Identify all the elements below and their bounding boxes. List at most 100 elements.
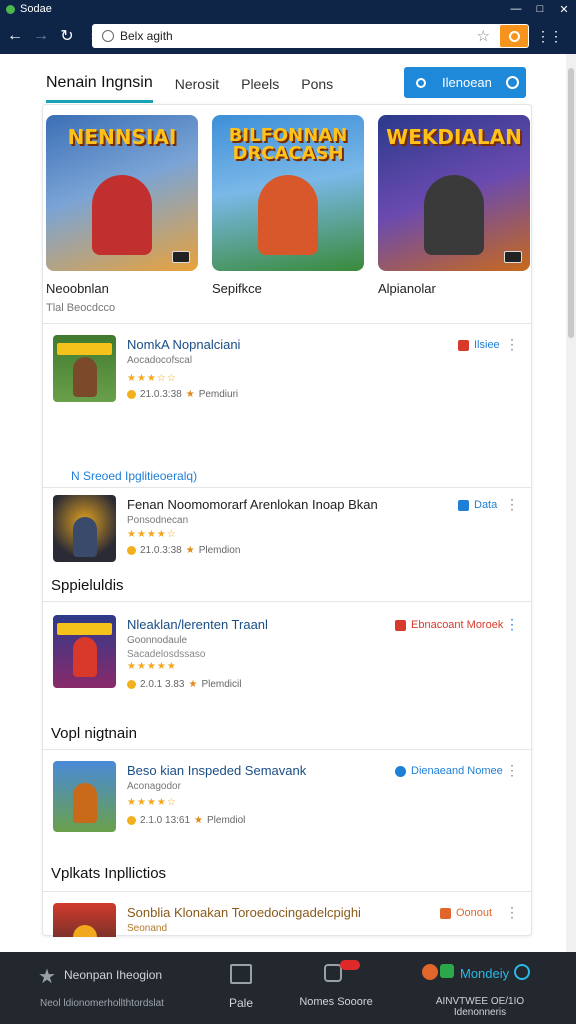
dock-item-money[interactable]: Mondeiy AINVTWEE OE/1IO Idenonneris bbox=[410, 952, 550, 1024]
row-action[interactable]: Data bbox=[458, 499, 497, 511]
search-button[interactable]: Ilenoean bbox=[404, 67, 526, 98]
game-title[interactable]: Sonblia Klonakan Toroedocingadelcpighi bbox=[127, 905, 361, 920]
dock-item-store[interactable]: Nomes Sooore bbox=[296, 952, 376, 1024]
dock-item-home[interactable]: ★ Neonpan Iheogion Neol ldionomerholltht… bbox=[30, 952, 190, 1024]
meta-version: 21.0.3:38 bbox=[140, 389, 182, 400]
platform-badge bbox=[504, 251, 522, 263]
row-action-label: Ilsiee bbox=[474, 339, 500, 351]
star-rating: ★★★★☆ bbox=[127, 797, 177, 808]
game-developer: Aocadocofscal bbox=[127, 355, 193, 366]
more-options-icon[interactable]: ⋮ bbox=[505, 617, 519, 631]
meta-tag: Plemdicil bbox=[201, 679, 242, 690]
featured-game[interactable]: WEKDIALAN Alpianolar bbox=[378, 115, 530, 296]
app-icon bbox=[6, 4, 15, 14]
section-heading: Sppieluldis bbox=[51, 577, 124, 594]
notification-badge bbox=[340, 960, 360, 970]
row-action[interactable]: Ilsiee bbox=[458, 339, 500, 351]
maximize-button[interactable]: □ bbox=[528, 3, 552, 15]
address-bar[interactable]: Belx agith ☆ bbox=[92, 24, 529, 48]
extension-icon[interactable] bbox=[500, 25, 528, 47]
shield-icon bbox=[458, 339, 469, 351]
meta-version: 2.0.1 3.83 bbox=[140, 679, 185, 690]
game-thumbnail[interactable] bbox=[53, 335, 116, 402]
featured-game-name[interactable]: Alpianolar bbox=[378, 281, 530, 296]
row-action[interactable]: Ebnacoant Moroek bbox=[395, 619, 503, 631]
bookmark-star-icon[interactable]: ☆ bbox=[477, 27, 490, 45]
game-thumbnail[interactable] bbox=[53, 903, 116, 937]
chat-icon bbox=[440, 964, 454, 978]
meta-version: 2.1.0 13:61 bbox=[140, 815, 191, 826]
coin-icon bbox=[127, 680, 136, 689]
game-meta: 2.1.0 13:61 ★ Plemdiol bbox=[127, 815, 245, 826]
minimize-button[interactable]: — bbox=[504, 3, 528, 15]
featured-game-art[interactable]: WEKDIALAN bbox=[378, 115, 530, 271]
window-title: Sodae bbox=[20, 3, 52, 15]
game-title[interactable]: Beso kian Inspeded Semavank bbox=[127, 763, 306, 778]
dock-item-pale[interactable]: Pale bbox=[206, 952, 276, 1024]
coin-icon bbox=[127, 390, 136, 399]
page-scrollbar[interactable] bbox=[566, 54, 576, 952]
game-publisher: Sacadelosdssaso bbox=[127, 649, 206, 660]
featured-game[interactable]: BILFONNAN DRCACASH Sepifkce bbox=[212, 115, 364, 296]
divider bbox=[43, 323, 531, 324]
game-thumbnail[interactable] bbox=[53, 761, 116, 832]
bottom-dock: ★ Neonpan Iheogion Neol ldionomerholltht… bbox=[0, 952, 576, 1024]
character-figure bbox=[73, 357, 97, 397]
game-logo: BILFONNAN DRCACASH bbox=[228, 125, 348, 164]
see-more-link[interactable]: N Sreoed Ipglitieoeralq) bbox=[71, 469, 197, 483]
game-thumbnail[interactable] bbox=[53, 495, 116, 562]
row-action[interactable]: Dienaeand Nomee bbox=[395, 765, 503, 777]
dock-item-label: Mondeiy bbox=[460, 966, 510, 981]
thumbnail-logo bbox=[57, 343, 112, 355]
currency-icon bbox=[422, 964, 438, 980]
featured-game[interactable]: NENNSIAI Neoobnlan Tlal Beocdcco bbox=[46, 115, 198, 314]
featured-game-name[interactable]: Neoobnlan bbox=[46, 281, 198, 296]
tab-deals[interactable]: Pleels bbox=[241, 65, 279, 103]
browser-menu-icon[interactable]: ⋮⋮ bbox=[536, 28, 563, 45]
game-title[interactable]: Nleaklan/lerenten Traanl bbox=[127, 617, 268, 632]
game-developer: Ponsodnecan bbox=[127, 515, 189, 526]
coin-icon bbox=[127, 546, 136, 555]
back-arrow-icon[interactable]: ← bbox=[4, 25, 26, 47]
more-options-icon[interactable]: ⋮ bbox=[505, 763, 519, 777]
list-item[interactable]: NomkA Nopnalciani Aocadocofscal ★★★☆☆ 21… bbox=[43, 325, 531, 415]
forward-arrow-icon[interactable]: → bbox=[30, 25, 52, 47]
character-figure bbox=[73, 925, 97, 937]
row-action-label: Data bbox=[474, 499, 498, 511]
tab-home[interactable]: Nenain Ingnsin bbox=[46, 65, 153, 103]
game-developer: Aconagodor bbox=[127, 781, 181, 792]
game-title[interactable]: NomkA Nopnalciani bbox=[127, 337, 240, 352]
star-icon: ★ bbox=[38, 966, 56, 988]
thumbnail-logo bbox=[57, 623, 112, 635]
tab-new[interactable]: Nerosit bbox=[175, 65, 219, 103]
list-item[interactable]: Fenan Noomomorarf Arenlokan Inoap Bkan P… bbox=[43, 485, 531, 575]
featured-game-art[interactable]: BILFONNAN DRCACASH bbox=[212, 115, 364, 271]
game-meta: 2.0.1 3.83 ★ Plemdicil bbox=[127, 679, 241, 690]
window-icon bbox=[230, 964, 252, 984]
more-options-icon[interactable]: ⋮ bbox=[505, 337, 519, 351]
character-figure bbox=[73, 637, 97, 677]
site-info-icon[interactable] bbox=[102, 30, 114, 42]
featured-game-art[interactable]: NENNSIAI bbox=[46, 115, 198, 271]
scrollbar-thumb[interactable] bbox=[568, 68, 574, 338]
row-action[interactable]: Oonout bbox=[440, 907, 492, 919]
reload-icon[interactable]: ↻ bbox=[56, 25, 78, 47]
dock-item-label: Neonpan Iheogion bbox=[64, 968, 163, 982]
close-button[interactable]: ✕ bbox=[552, 3, 576, 16]
meta-tag: Plemdiol bbox=[207, 815, 246, 826]
section-heading: Vplkats Inpllictios bbox=[51, 865, 167, 882]
list-item[interactable]: Sonblia Klonakan Toroedocingadelcpighi S… bbox=[43, 893, 531, 937]
list-item[interactable]: Beso kian Inspeded Semavank Aconagodor ★… bbox=[43, 751, 531, 841]
url-text[interactable]: Belx agith bbox=[120, 29, 477, 43]
dock-item-label: Pale bbox=[228, 996, 254, 1010]
game-thumbnail[interactable] bbox=[53, 615, 116, 688]
more-options-icon[interactable]: ⋮ bbox=[505, 497, 519, 511]
featured-game-name[interactable]: Sepifkce bbox=[212, 281, 364, 296]
game-title[interactable]: Fenan Noomomorarf Arenlokan Inoap Bkan bbox=[127, 497, 378, 512]
list-item[interactable]: Nleaklan/lerenten Traanl Goonnodaule Sac… bbox=[43, 605, 531, 695]
premium-icon: ★ bbox=[185, 389, 195, 400]
browser-toolbar: ← → ↻ › Belx agith ☆ ⋮⋮ bbox=[0, 18, 576, 54]
character-figure bbox=[92, 175, 152, 255]
more-options-icon[interactable]: ⋮ bbox=[505, 905, 519, 919]
tab-pons[interactable]: Pons bbox=[301, 65, 333, 103]
